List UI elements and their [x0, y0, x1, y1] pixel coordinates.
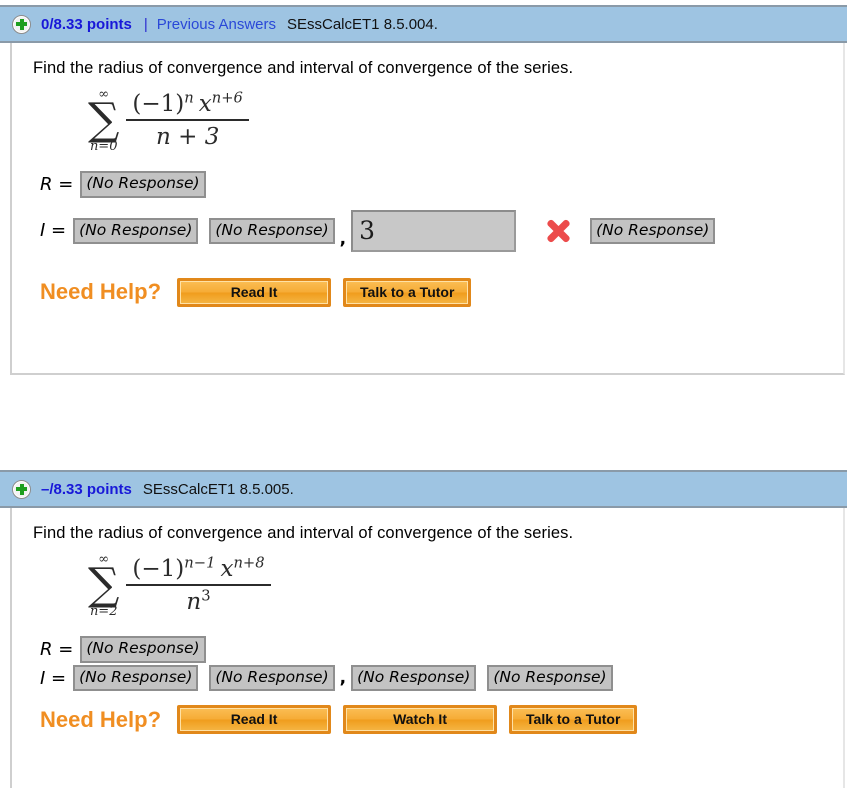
fraction-denominator: n + 3 [156, 123, 220, 150]
problem-header-1: 0/8.33 points | Previous Answers SEssCal… [0, 5, 847, 43]
i-response-field-2[interactable]: (No Response) [209, 217, 335, 245]
i-label: I = [40, 667, 67, 689]
series-formula-2: ∞ ∑ n=2 (−1)n−1 xn+8 n3 [12, 553, 843, 618]
summation-symbol-2: ∞ ∑ n=2 [88, 553, 119, 618]
read-it-button[interactable]: Read It [177, 277, 332, 307]
sigma-glyph: ∑ [88, 94, 120, 145]
problem-card-1: 0/8.33 points | Previous Answers SEssCal… [0, 5, 847, 375]
plus-circle-icon[interactable] [12, 14, 31, 34]
numerator-variable-exponent: n+8 [233, 554, 265, 572]
summation-lower-limit: n=2 [89, 604, 118, 620]
numerator-base: (−1) [132, 556, 185, 583]
incorrect-x-icon [544, 216, 574, 246]
problem-card-2: –/8.33 points SEssCalcET1 8.5.005. Find … [0, 470, 847, 788]
points-label: –/8.33 points [41, 480, 132, 498]
question-text-1: Find the radius of convergence and inter… [33, 59, 574, 77]
numerator-base: (−1) [132, 91, 185, 118]
problem-body-2: Find the radius of convergence and inter… [10, 508, 845, 788]
fraction-1: (−1)n xn+6 n + 3 [126, 91, 249, 150]
answer-row-r-2: R = (No Response) [12, 636, 843, 663]
answer-comma: , [339, 668, 347, 689]
r-label: R = [40, 174, 74, 196]
i-response-field-4[interactable]: (No Response) [487, 664, 613, 692]
answer-row-r-1: R = (No Response) [12, 171, 843, 198]
need-help-row-1: Need Help? Read It Talk to a Tutor [12, 277, 843, 307]
r-response-field[interactable]: (No Response) [80, 636, 206, 663]
problem-header-2: –/8.33 points SEssCalcET1 8.5.005. [0, 470, 847, 508]
header-separator: | [143, 15, 148, 33]
numerator-variable-exponent: n+6 [211, 89, 243, 107]
numerator-variable: x [220, 556, 234, 583]
i-response-field-1[interactable]: (No Response) [73, 664, 199, 692]
answer-row-i-2: I = (No Response) (No Response) , (No Re… [12, 664, 843, 692]
read-it-button[interactable]: Read It [177, 705, 332, 735]
fraction-numerator: (−1)n xn+6 [126, 91, 249, 119]
fraction-2: (−1)n−1 xn+8 n3 [126, 556, 271, 615]
points-label: 0/8.33 points [41, 15, 132, 33]
r-label: R = [40, 639, 74, 661]
numerator-exponent: n [184, 89, 194, 107]
sigma-glyph: ∑ [88, 559, 120, 610]
i-response-field-4[interactable]: (No Response) [590, 217, 716, 245]
assignment-id-label: SEssCalcET1 8.5.004. [287, 15, 438, 33]
fraction-numerator: (−1)n−1 xn+8 [126, 556, 270, 584]
answer-comma: , [339, 228, 347, 249]
series-formula-1: ∞ ∑ n=0 (−1)n xn+6 n + 3 [12, 88, 843, 153]
need-help-row-2: Need Help? Read It Watch It Talk to a Tu… [12, 705, 843, 735]
assignment-id-label: SEssCalcET1 8.5.005. [142, 480, 294, 498]
watch-it-button[interactable]: Watch It [343, 705, 498, 735]
answer-row-i-1: I = (No Response) (No Response) , (No Re… [12, 209, 843, 252]
talk-to-a-tutor-button[interactable]: Talk to a Tutor [509, 705, 638, 735]
fraction-denominator: n3 [180, 586, 216, 615]
previous-answers-link[interactable]: Previous Answers [157, 16, 276, 33]
r-response-field[interactable]: (No Response) [80, 171, 206, 198]
denominator-exponent: 3 [201, 587, 211, 605]
i-response-field-3[interactable]: (No Response) [351, 664, 477, 692]
problem-body-1: Find the radius of convergence and inter… [10, 43, 845, 375]
need-help-label: Need Help? [40, 706, 162, 732]
denominator-base: n [186, 588, 202, 615]
summation-symbol-1: ∞ ∑ n=0 [88, 88, 119, 153]
i-label: I = [40, 220, 67, 242]
talk-to-a-tutor-button[interactable]: Talk to a Tutor [343, 277, 472, 307]
summation-lower-limit: n=0 [89, 139, 118, 155]
i-answer-input[interactable] [351, 209, 517, 252]
need-help-label: Need Help? [40, 279, 162, 305]
numerator-exponent: n−1 [184, 554, 216, 572]
plus-circle-icon[interactable] [12, 479, 31, 499]
question-text-2: Find the radius of convergence and inter… [33, 524, 574, 542]
i-response-field-2[interactable]: (No Response) [209, 664, 335, 692]
numerator-variable: x [198, 91, 212, 118]
i-response-field-1[interactable]: (No Response) [73, 217, 199, 245]
